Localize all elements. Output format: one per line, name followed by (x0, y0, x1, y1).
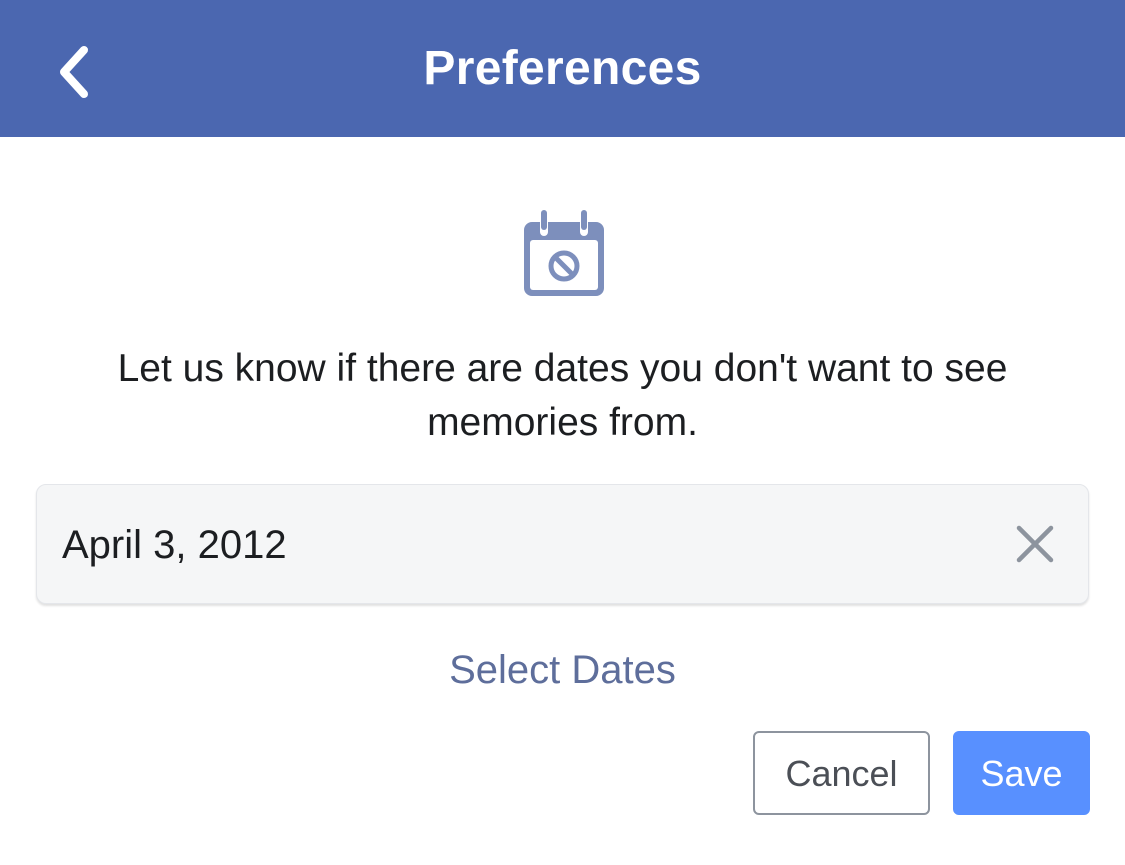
remove-date-button[interactable] (1012, 521, 1058, 567)
header-bar: Preferences (0, 0, 1125, 137)
select-dates-container: Select Dates (0, 640, 1125, 700)
page-title: Preferences (423, 42, 702, 95)
save-button[interactable]: Save (953, 731, 1090, 815)
close-icon (1016, 525, 1054, 563)
excluded-date-item: April 3, 2012 (36, 484, 1089, 604)
instructions-text: Let us know if there are dates you don't… (117, 347, 1008, 444)
excluded-date-value: April 3, 2012 (62, 523, 287, 567)
calendar-blocked-icon (524, 210, 604, 296)
cancel-button[interactable]: Cancel (753, 731, 930, 815)
select-dates-link[interactable]: Select Dates (449, 648, 676, 692)
